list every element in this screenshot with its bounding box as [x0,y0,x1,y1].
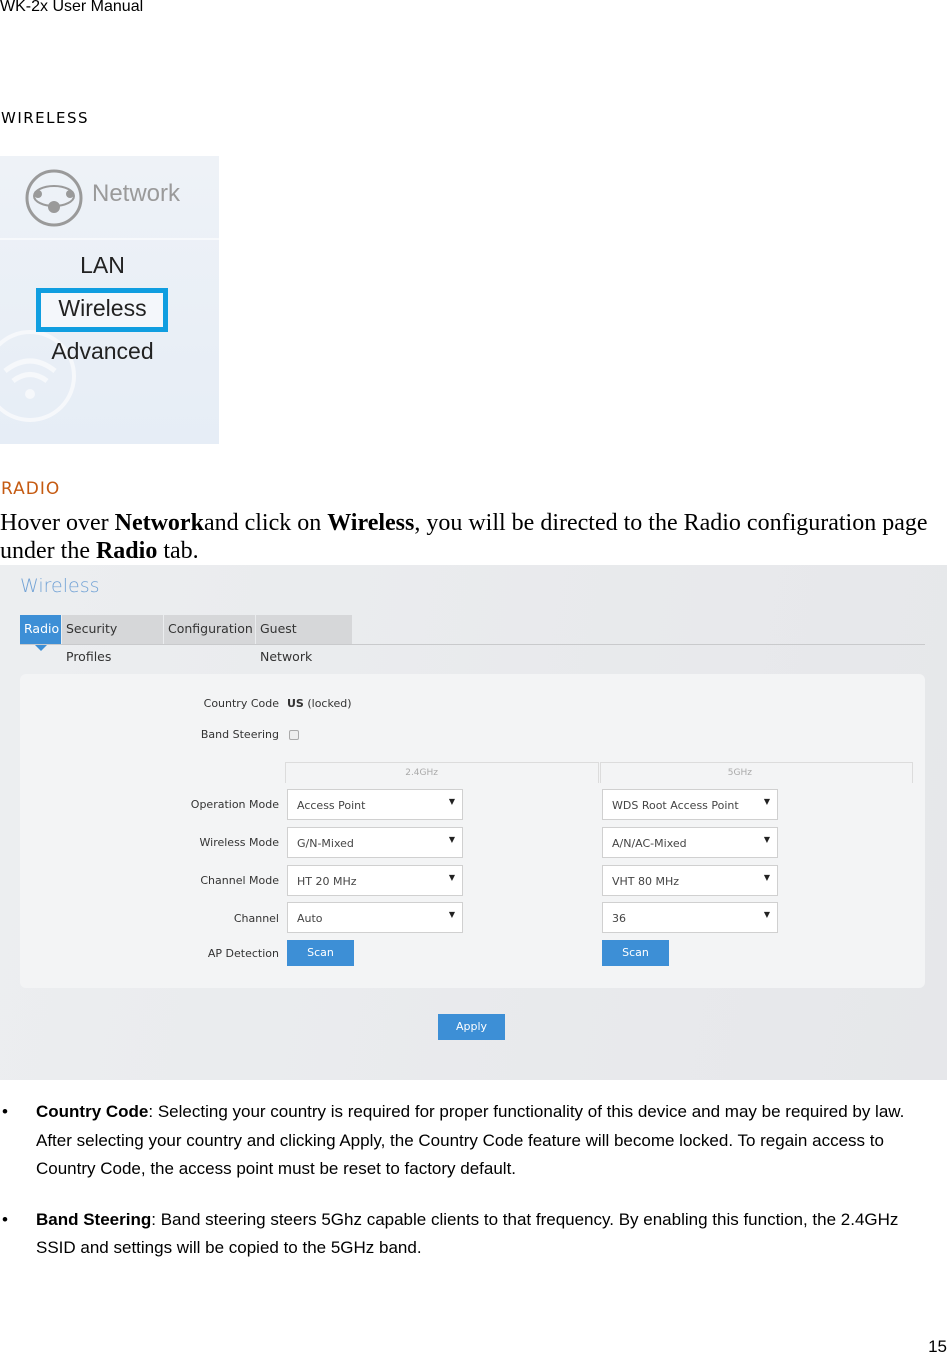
bullet-text: : Selecting your country is required for… [36,1102,905,1178]
select-value: VHT 80 MHz [612,875,680,888]
network-menu-title: Network [92,180,181,207]
intro-text: and click on [203,510,328,536]
document-header: WK-2x User Manual [0,0,144,15]
operation-mode-5-select[interactable]: WDS Root Access Point ▼ [602,789,778,820]
scan-5-button[interactable]: Scan [602,940,669,966]
bullet-text: : Band steering steers 5Ghz capable clie… [36,1209,899,1258]
intro-bold: Radio [95,538,158,564]
select-value: HT 20 MHz [297,875,357,888]
operation-mode-24-select[interactable]: Access Point ▼ [287,789,463,820]
intro-paragraph: Hover over Networkand click on Wireless,… [0,509,947,565]
tab-configuration[interactable]: Configuration [164,615,255,644]
caret-down-icon: ▼ [763,835,770,844]
tab-guest-network[interactable]: Guest Network [256,615,352,664]
select-value: 36 [612,912,626,925]
subsection-title: RADIO [1,479,61,499]
page-number: 15 [928,1337,947,1356]
locked-note: (locked) [307,697,352,710]
country-code-value: US (locked) [287,697,352,710]
country-code: US [287,697,304,710]
settings-panel [20,674,925,988]
band-steering-label: Band Steering [200,728,279,741]
wireless-mode-label: Wireless Mode [199,836,280,849]
channel-mode-5-select[interactable]: VHT 80 MHz ▼ [602,865,778,896]
intro-text: tab. [157,538,199,564]
country-code-label: Country Code [203,697,279,710]
section-title: WIRELESS [1,109,90,127]
select-value: Access Point [297,799,366,812]
bullet-term: Country Code [36,1102,149,1121]
channel-5-select[interactable]: 36 ▼ [602,902,778,933]
band-steering-checkbox[interactable] [289,730,299,740]
bullet-country-code: • Country Code: Selecting your country is… [0,1098,947,1184]
intro-bold: Network [114,510,204,536]
bullet-icon: • [2,1209,8,1229]
caret-down-icon: ▼ [763,873,770,882]
wireless-mode-5-select[interactable]: A/N/AC-Mixed ▼ [602,827,778,858]
caret-down-icon: ▼ [448,873,455,882]
caret-down-icon: ▼ [448,910,455,919]
caret-down-icon: ▼ [448,835,455,844]
ap-detection-label: AP Detection [207,947,279,960]
apply-button[interactable]: Apply [438,1014,505,1040]
channel-24-select[interactable]: Auto ▼ [287,902,463,933]
channel-mode-24-select[interactable]: HT 20 MHz ▼ [287,865,463,896]
select-value: WDS Root Access Point [612,799,739,812]
select-value: A/N/AC-Mixed [612,837,687,850]
menu-item-lan: LAN [80,252,125,278]
column-header-5ghz: 5GHz [600,762,913,783]
wireless-mode-24-select[interactable]: G/N-Mixed ▼ [287,827,463,858]
caret-down-icon: ▼ [448,797,455,806]
page-title: Wireless [20,575,100,597]
menu-item-advanced: Advanced [51,338,154,364]
intro-bold: Wireless [327,510,415,536]
column-header-24ghz: 2.4GHz [285,762,599,783]
tab-radio[interactable]: Radio [20,615,61,651]
network-globe-icon [25,169,83,227]
bullet-term: Band Steering [36,1209,152,1229]
select-value: Auto [297,912,323,925]
operation-mode-label: Operation Mode [190,798,279,811]
caret-down-icon: ▼ [763,910,770,919]
channel-label: Channel [233,912,279,925]
network-menu-image: Network LAN Wireless Advanced [0,156,219,444]
caret-down-icon: ▼ [763,797,770,806]
tab-divider [20,644,925,645]
network-menu-header: Network [0,156,219,240]
scan-24-button[interactable]: Scan [287,940,354,966]
tab-security-profiles[interactable]: Security Profiles [62,615,163,664]
menu-item-wireless: Wireless [58,295,147,321]
bullet-list: • Country Code: Selecting your country is… [0,1098,947,1285]
channel-mode-label: Channel Mode [200,874,279,887]
select-value: G/N-Mixed [297,837,354,850]
radio-settings-screenshot: Wireless Radio Security Profiles Configu… [0,565,947,1080]
bullet-band-steering: • Band Steering: Band steering steers 5Gh… [0,1206,947,1263]
bullet-icon: • [2,1102,8,1121]
intro-text: Hover over [0,510,115,536]
